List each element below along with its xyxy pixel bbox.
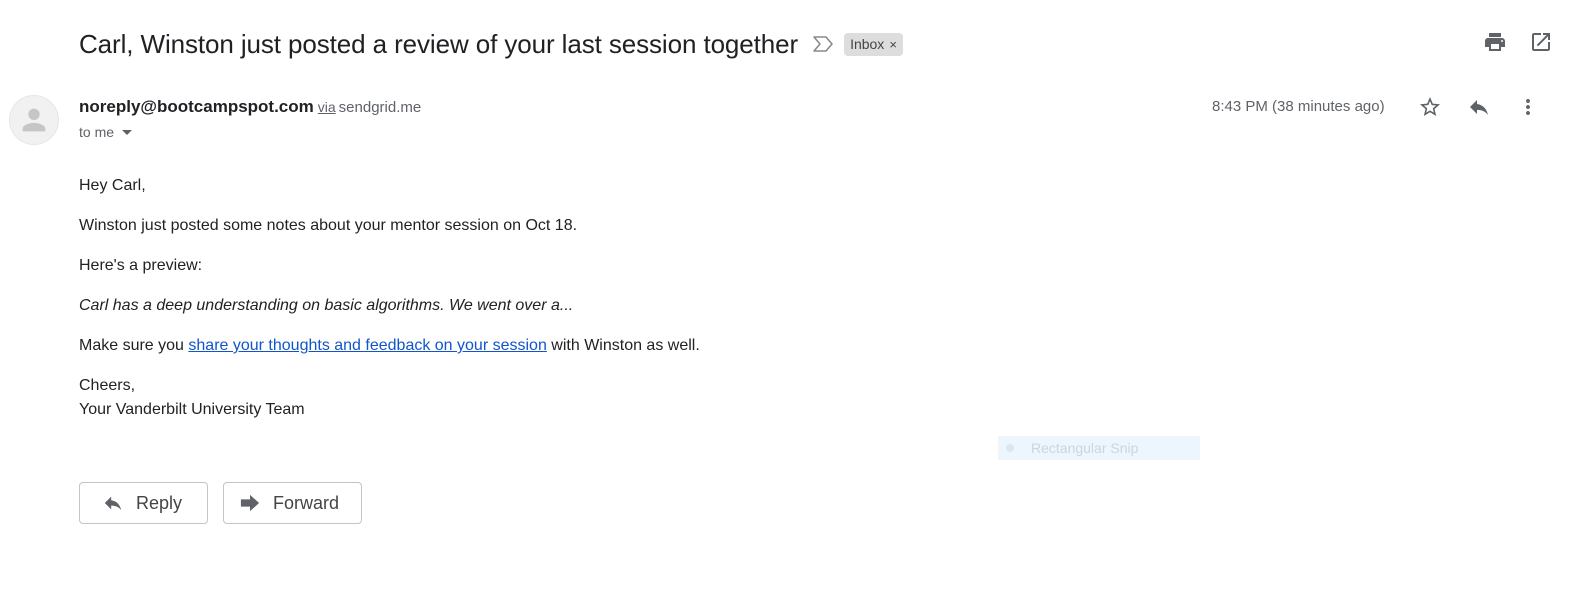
recipient-text: to me — [79, 124, 115, 140]
signoff: Cheers, — [79, 377, 136, 394]
sender-avatar — [9, 95, 59, 145]
body-line-1: Winston just posted some notes about you… — [79, 217, 578, 234]
reply-icon[interactable] — [1467, 95, 1491, 119]
forward-label: Forward — [273, 492, 340, 513]
message-actions — [1418, 95, 1540, 119]
recipient-details-toggle[interactable]: to me — [79, 124, 133, 140]
reply-icon — [102, 493, 124, 513]
star-icon[interactable] — [1418, 95, 1442, 119]
line3-after: with Winston as well. — [546, 337, 700, 354]
via-domain: sendgrid.me — [338, 99, 422, 116]
inbox-label-chip: Inbox × — [844, 32, 903, 56]
review-preview: Carl has a deep understanding on basic a… — [79, 297, 574, 314]
label-text: Inbox — [850, 36, 885, 52]
reply-label: Reply — [136, 492, 183, 513]
body-line-2: Here's a preview: — [79, 257, 203, 274]
print-icon[interactable] — [1483, 30, 1507, 54]
body-line-3: Make sure you share your thoughts and fe… — [79, 334, 700, 358]
important-marker-icon[interactable] — [812, 34, 834, 54]
signature-block: Cheers, Your Vanderbilt University Team — [79, 374, 700, 422]
line3-before: Make sure you — [79, 337, 189, 354]
sender-email[interactable]: noreply@bootcampspot.com — [79, 97, 314, 116]
signature: Your Vanderbilt University Team — [79, 401, 305, 418]
rectangular-snip-overlay[interactable]: Rectangular Snip — [998, 436, 1200, 460]
chevron-down-icon[interactable] — [122, 129, 133, 135]
subject-row: Carl, Winston just posted a review of yo… — [79, 24, 903, 64]
open-in-new-window-icon[interactable] — [1529, 30, 1553, 54]
message-timestamp: 8:43 PM (38 minutes ago) — [1212, 98, 1385, 115]
remove-label-button[interactable]: × — [889, 37, 897, 52]
thread-actions — [1483, 30, 1553, 54]
via-link[interactable]: via — [318, 99, 336, 115]
forward-icon — [239, 493, 261, 513]
greeting: Hey Carl, — [79, 177, 146, 194]
snip-icon — [1006, 444, 1014, 452]
more-vert-icon[interactable] — [1516, 95, 1540, 119]
reply-buttons: Reply Forward — [79, 482, 362, 524]
reply-button[interactable]: Reply — [79, 482, 208, 524]
snip-label: Rectangular Snip — [1031, 440, 1139, 456]
email-subject: Carl, Winston just posted a review of yo… — [79, 28, 799, 59]
sender-line: noreply@bootcampspot.com via sendgrid.me — [79, 97, 421, 117]
person-icon — [22, 108, 46, 132]
message-body: Hey Carl, Winston just posted some notes… — [79, 174, 700, 438]
forward-button[interactable]: Forward — [223, 482, 362, 524]
feedback-link[interactable]: share your thoughts and feedback on your… — [188, 337, 546, 354]
